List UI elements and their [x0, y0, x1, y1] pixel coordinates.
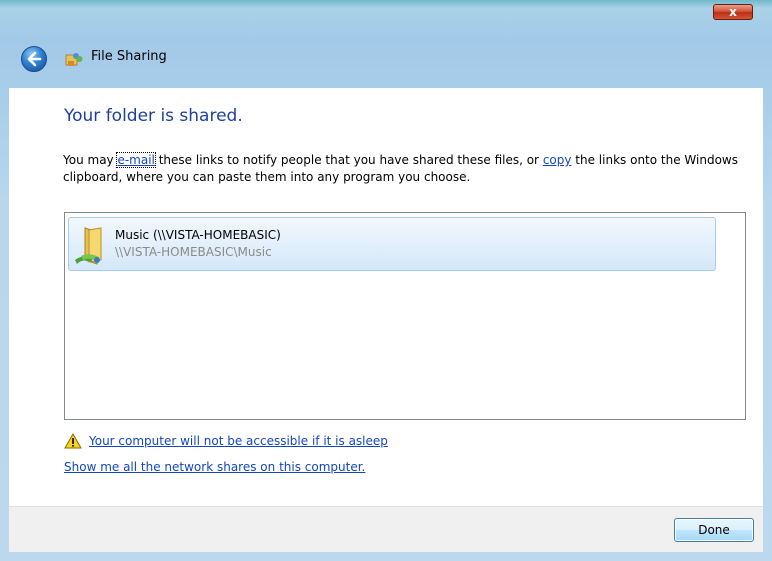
description-part2: these links to notify people that you ha…	[154, 153, 543, 167]
file-sharing-icon	[65, 53, 83, 66]
done-button[interactable]: Done	[674, 518, 754, 542]
shared-item-name: Music (\\VISTA-HOMEBASIC)	[115, 228, 281, 242]
page-heading: Your folder is shared.	[64, 106, 243, 126]
shared-folder-icon	[75, 227, 102, 265]
description-text: You may e-mail these links to notify peo…	[63, 152, 753, 186]
description-part1: You may	[63, 153, 118, 167]
email-link[interactable]: e-mail	[116, 152, 156, 168]
window-title: File Sharing	[91, 49, 167, 64]
back-arrow-icon	[27, 51, 42, 67]
close-icon: x	[729, 5, 737, 19]
shared-items-list[interactable]: Music (\\VISTA-HOMEBASIC) \\VISTA-HOMEBA…	[64, 212, 746, 420]
network-shares-link[interactable]: Show me all the network shares on this c…	[64, 460, 365, 474]
copy-link[interactable]: copy	[543, 153, 572, 167]
sleep-warning-link[interactable]: Your computer will not be accessible if …	[89, 434, 388, 448]
list-item[interactable]: Music (\\VISTA-HOMEBASIC) \\VISTA-HOMEBA…	[68, 217, 716, 271]
shared-item-path: \\VISTA-HOMEBASIC\Music	[115, 245, 272, 259]
footer-bar: Done	[9, 506, 763, 552]
warning-icon	[64, 433, 82, 449]
back-button[interactable]	[21, 46, 47, 72]
close-button[interactable]: x	[713, 4, 753, 20]
file-sharing-window: x File Sharing Your folder is shared. Yo…	[0, 0, 772, 561]
content-area: Your folder is shared. You may e-mail th…	[9, 88, 763, 506]
